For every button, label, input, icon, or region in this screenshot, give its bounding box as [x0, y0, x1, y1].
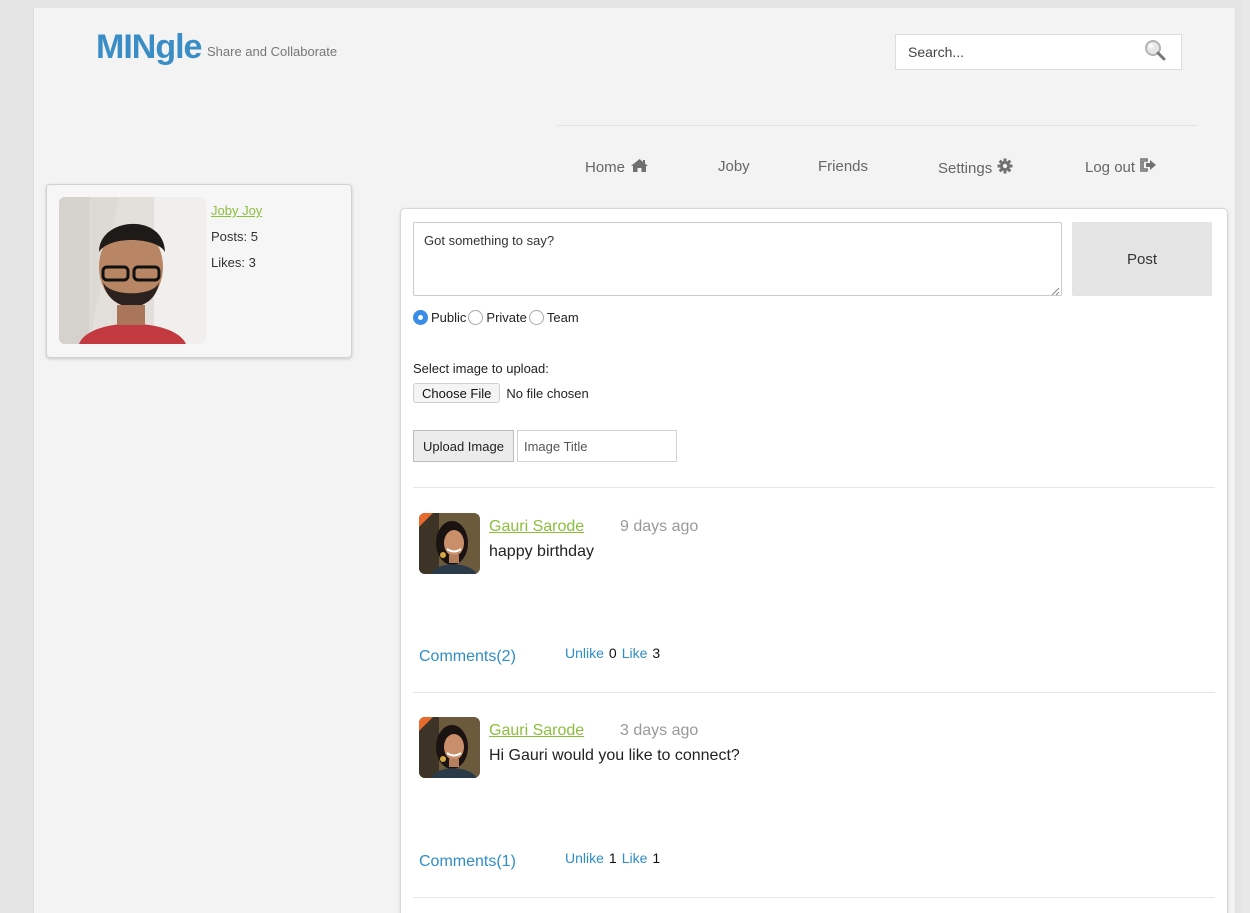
profile-name-link[interactable]: Joby Joy [211, 203, 262, 218]
image-title-input[interactable] [516, 430, 677, 462]
post-vote-controls: Unlike 0 Like 3 [565, 645, 660, 661]
visibility-options: Public Private Team [413, 310, 581, 325]
visibility-team-label: Team [546, 310, 579, 325]
site-logo[interactable]: MINgle [96, 28, 202, 67]
status-textarea[interactable] [413, 222, 1062, 296]
feed-divider [413, 897, 1215, 898]
nav-logout[interactable]: Log out [1085, 158, 1157, 176]
radio-checked-icon [413, 310, 428, 325]
post-text: Hi Gauri would you like to connect? [489, 747, 740, 764]
nav-settings[interactable]: Settings [938, 158, 1013, 178]
post-author-link[interactable]: Gauri Sarode [489, 722, 584, 740]
profile-avatar[interactable] [59, 197, 206, 344]
unlike-link[interactable]: Unlike [565, 645, 604, 661]
post-author-avatar[interactable] [419, 513, 480, 574]
like-link[interactable]: Like [622, 850, 648, 866]
main-nav: Home Joby Friends Settings Log out [34, 158, 1235, 178]
unlike-count: 0 [608, 645, 617, 661]
like-count: 1 [652, 850, 661, 866]
post-author-link[interactable]: Gauri Sarode [489, 518, 584, 536]
visibility-private-radio[interactable]: Private [468, 310, 527, 325]
upload-row: Upload Image [413, 430, 677, 462]
choose-file-button[interactable]: Choose File [413, 383, 501, 403]
post-timestamp: 3 days ago [620, 722, 699, 739]
visibility-public-label: Public [431, 310, 467, 325]
nav-home-label: Home [585, 159, 626, 176]
page: MINgle Share and Collaborate Home Joby [33, 8, 1236, 913]
nav-settings-label: Settings [938, 159, 993, 177]
upload-prompt: Select image to upload: [413, 361, 549, 376]
logout-icon [1140, 158, 1157, 176]
gear-icon [997, 158, 1013, 178]
feed-divider [413, 692, 1215, 693]
feed-divider [413, 487, 1215, 488]
post-comments-link[interactable]: Comments(1) [419, 853, 516, 871]
search-box [895, 34, 1182, 70]
post-author-avatar[interactable] [419, 717, 480, 778]
post-button[interactable]: Post [1072, 222, 1212, 296]
profile-posts-count: Posts: 5 [211, 229, 258, 244]
page-scrollbar[interactable] [1241, 0, 1250, 913]
feed-panel: Post Public Private Team Select image to… [400, 208, 1228, 913]
search-icon[interactable] [1143, 38, 1167, 67]
home-icon [630, 158, 649, 177]
visibility-public-radio[interactable]: Public [413, 310, 466, 325]
post-text: happy birthday [489, 543, 594, 560]
radio-unchecked-icon [528, 310, 544, 325]
nav-friends-label: Friends [818, 158, 869, 175]
radio-unchecked-icon [468, 310, 484, 325]
site-tagline: Share and Collaborate [207, 44, 338, 59]
visibility-private-label: Private [486, 310, 527, 325]
search-input[interactable] [908, 44, 1108, 60]
nav-logout-label: Log out [1085, 158, 1136, 176]
unlike-link[interactable]: Unlike [565, 850, 604, 866]
like-link[interactable]: Like [622, 645, 648, 661]
post-comments-link[interactable]: Comments(2) [419, 648, 516, 666]
header-divider [557, 125, 1197, 126]
nav-friends[interactable]: Friends [818, 158, 868, 175]
like-count: 3 [652, 645, 661, 661]
profile-card: Joby Joy Posts: 5 Likes: 3 [46, 184, 352, 358]
post-vote-controls: Unlike 1 Like 1 [565, 850, 660, 866]
resize-handle-icon[interactable] [1050, 283, 1060, 296]
unlike-count: 1 [608, 850, 617, 866]
visibility-team-radio[interactable]: Team [528, 310, 579, 325]
file-status: No file chosen [506, 385, 589, 401]
profile-likes-count: Likes: 3 [211, 255, 256, 270]
file-chooser: Choose File No file chosen [413, 383, 589, 403]
nav-joby-label: Joby [718, 158, 750, 175]
post-timestamp: 9 days ago [620, 518, 699, 535]
upload-image-button[interactable]: Upload Image [413, 430, 514, 462]
nav-home[interactable]: Home [585, 158, 649, 177]
nav-joby[interactable]: Joby [718, 158, 750, 175]
